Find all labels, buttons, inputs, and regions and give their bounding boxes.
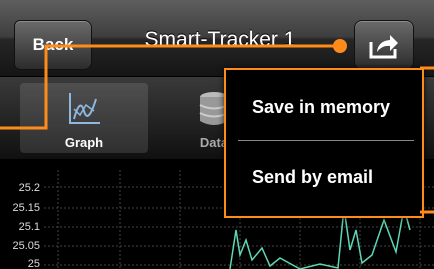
menu-divider — [238, 140, 414, 141]
tab-graph-label: Graph — [64, 135, 104, 150]
send-by-email-label: Send by email — [252, 166, 374, 187]
share-button[interactable] — [354, 20, 414, 70]
share-menu: Save in memory Send by email — [224, 68, 424, 218]
tab-graph[interactable]: Graph — [20, 83, 148, 153]
share-icon — [369, 35, 398, 59]
app-screen: Back Smart-Tracker 1 Graph Data 25.2 25.… — [0, 0, 434, 269]
back-button[interactable]: Back — [14, 20, 92, 70]
send-by-email-item[interactable]: Send by email — [226, 142, 422, 212]
graph-icon — [69, 93, 100, 124]
save-in-memory-item[interactable]: Save in memory — [226, 72, 422, 142]
save-in-memory-label: Save in memory — [252, 96, 391, 117]
page-title: Smart-Tracker 1 — [144, 28, 296, 51]
y-tick-label: 25.05 — [12, 240, 40, 252]
y-tick-label: 25.15 — [12, 202, 40, 214]
y-tick-label: 25.2 — [18, 182, 40, 194]
navigation-bar: Back Smart-Tracker 1 — [0, 0, 434, 77]
back-button-label: Back — [32, 35, 74, 54]
y-tick-label: 25 — [27, 258, 40, 269]
y-tick-label: 25.1 — [18, 221, 40, 233]
